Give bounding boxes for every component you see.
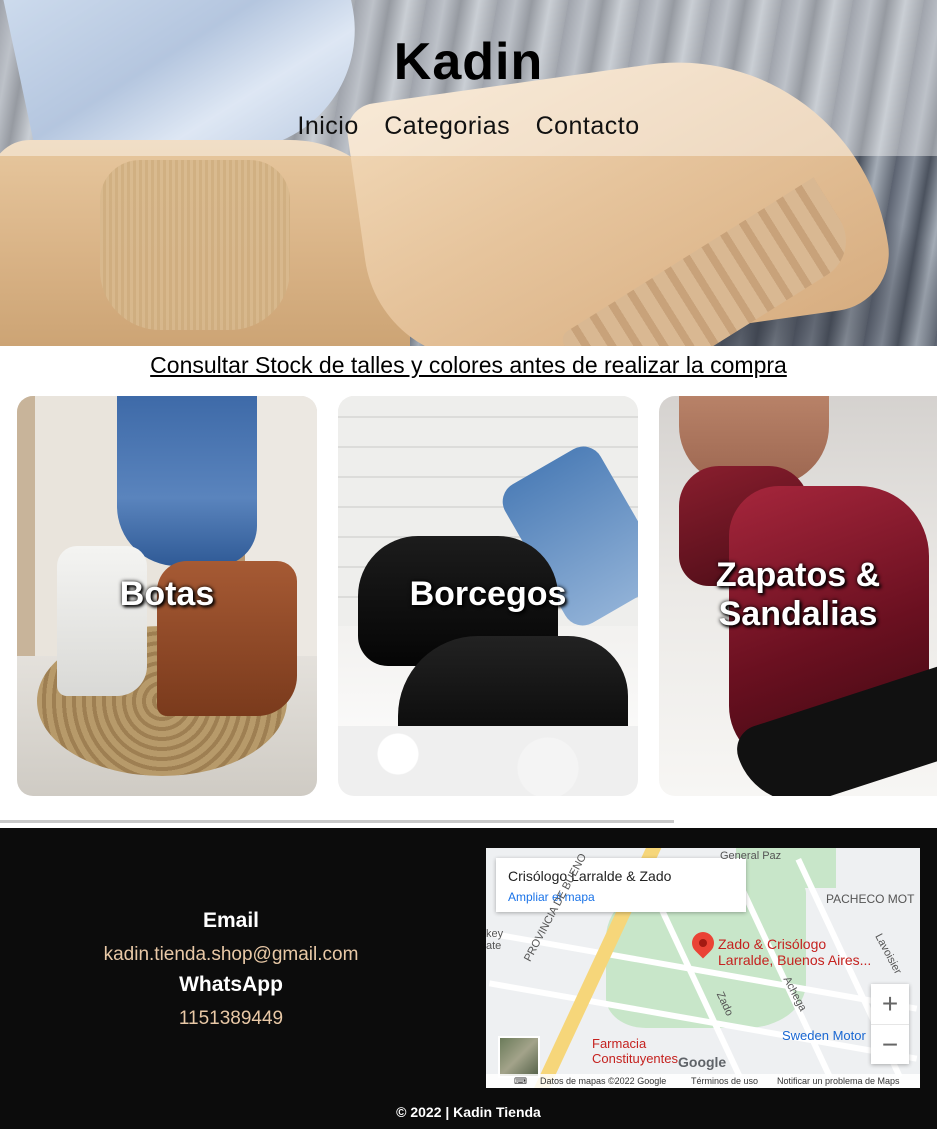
section-divider xyxy=(0,820,674,823)
category-card-borcegos[interactable]: Borcegos xyxy=(338,396,638,796)
category-label: Zapatos & Sandalias xyxy=(715,556,881,633)
stock-notice-link[interactable]: Consultar Stock de talles y colores ante… xyxy=(0,352,937,379)
map-street-label: General Paz xyxy=(720,850,782,862)
category-card-zapatos-sandalias[interactable]: Zapatos & Sandalias xyxy=(659,396,937,796)
map-terms-link[interactable]: Términos de uso xyxy=(691,1074,758,1088)
category-label: Botas xyxy=(119,575,215,613)
email-link[interactable]: kadin.tienda.shop@gmail.com xyxy=(90,940,372,970)
google-logo: Google xyxy=(678,1054,727,1070)
map-zoom-controls: + − xyxy=(871,984,909,1064)
site-title[interactable]: Kadin xyxy=(0,32,937,92)
contact-info: Email kadin.tienda.shop@gmail.com WhatsA… xyxy=(90,906,372,1034)
nav-inicio[interactable]: Inicio xyxy=(297,112,358,140)
map-pin-label: Zado & Crisólogo Larralde, Buenos Aires.… xyxy=(718,936,878,968)
site-footer: Email kadin.tienda.shop@gmail.com WhatsA… xyxy=(0,828,937,1129)
hero-image-boot-left xyxy=(0,140,410,346)
google-map-embed[interactable]: Crisólogo Larralde & Zado Ampliar el map… xyxy=(486,848,920,1088)
map-satellite-toggle[interactable] xyxy=(498,1036,540,1078)
category-card-botas[interactable]: Botas xyxy=(17,396,317,796)
hero-banner: Kadin Inicio Categorias Contacto xyxy=(0,0,937,346)
nav-categorias[interactable]: Categorias xyxy=(384,112,510,140)
main-nav: Inicio Categorias Contacto xyxy=(0,112,937,141)
category-label: Borcegos xyxy=(409,575,567,613)
card-photo-fur-rug xyxy=(338,726,638,796)
map-poi-pharmacy[interactable]: Farmacia Constituyentes xyxy=(592,1036,682,1066)
whatsapp-heading: WhatsApp xyxy=(179,973,283,996)
keyboard-icon[interactable]: ⌨ xyxy=(514,1074,527,1088)
email-heading: Email xyxy=(202,909,260,932)
map-infobox: Crisólogo Larralde & Zado Ampliar el map… xyxy=(496,858,746,912)
map-data-credit: Datos de mapas ©2022 Google xyxy=(540,1076,667,1086)
map-place-title: Crisólogo Larralde & Zado xyxy=(508,868,672,884)
map-street-label: ate xyxy=(486,940,502,952)
map-poi-motor[interactable]: Sweden Motor xyxy=(782,1028,866,1043)
card-photo-white-boot xyxy=(57,546,147,696)
map-zoom-out-button[interactable]: − xyxy=(871,1025,909,1065)
map-report-link[interactable]: Notificar un problema de Maps xyxy=(777,1074,900,1088)
whatsapp-number[interactable]: 1151389449 xyxy=(90,1004,372,1034)
map-attribution-bar: ⌨ Datos de mapas ©2022 Google Términos d… xyxy=(486,1074,920,1088)
map-pin-label-text: Zado & Crisólogo Larralde, Buenos Aires.… xyxy=(718,936,872,968)
card-photo-jeans xyxy=(117,396,257,566)
copyright: © 2022 | Kadin Tienda xyxy=(396,1104,541,1120)
map-zoom-in-button[interactable]: + xyxy=(871,984,909,1025)
map-street-label: PACHECO MOT xyxy=(826,892,915,906)
map-street-label: key xyxy=(486,928,504,940)
nav-contacto[interactable]: Contacto xyxy=(536,112,640,140)
